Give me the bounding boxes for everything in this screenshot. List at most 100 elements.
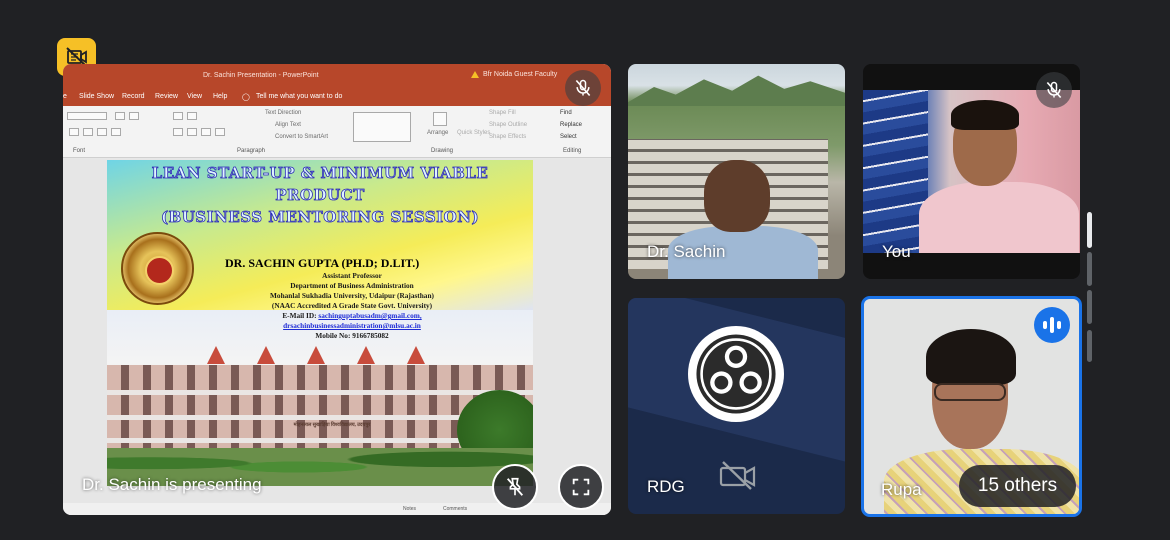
tiles-scrollbar-track[interactable] bbox=[1087, 290, 1092, 324]
meet-call-stage: Dr. Sachin Presentation - PowerPoint Bfr… bbox=[0, 0, 1170, 540]
fullscreen-icon bbox=[572, 478, 590, 496]
ribbon-group-drawing: Drawing bbox=[431, 148, 454, 154]
participant-video bbox=[926, 329, 1016, 385]
slide-title-line-2: PRODUCT bbox=[275, 186, 365, 205]
slide-accreditation: (NAAC Accredited A Grade State Govt. Uni… bbox=[271, 301, 433, 310]
shapes-gallery bbox=[353, 112, 411, 142]
ribbon-tab-slide-show: Slide Show bbox=[79, 93, 115, 100]
align-left-icon bbox=[173, 128, 183, 136]
presenting-label: Dr. Sachin is presenting bbox=[82, 475, 262, 494]
align-text-button: Align Text bbox=[275, 122, 301, 128]
slide-designation: Assistant Professor bbox=[322, 271, 382, 280]
participant-tile-dr-sachin[interactable]: Dr. Sachin bbox=[628, 64, 845, 279]
quick-styles-button: Quick Styles bbox=[457, 130, 491, 136]
slide-presenter-name: DR. SACHIN GUPTA (PH.D; D.LIT.) bbox=[225, 256, 420, 270]
slide-email: E-Mail ID: sachinguptabusadm@gmail.com, bbox=[177, 311, 527, 320]
slide-email-label: E-Mail ID: bbox=[282, 311, 319, 320]
select-button: Select bbox=[560, 134, 577, 140]
powerpoint-ribbon-tabs: e Slide Show Record Review View Help ◯ T… bbox=[63, 88, 611, 106]
font-grow-icon bbox=[115, 112, 125, 120]
others-count-button[interactable]: 15 others bbox=[959, 465, 1076, 507]
participant-name: You bbox=[882, 242, 911, 261]
arrange-button: Arrange bbox=[427, 130, 449, 136]
audio-bar bbox=[1050, 317, 1054, 333]
find-button: Find bbox=[560, 110, 572, 116]
fullscreen-button[interactable] bbox=[558, 464, 604, 510]
participant-tile-rupa[interactable]: 15 others Rupa bbox=[861, 296, 1082, 517]
participant-name: Rupa bbox=[881, 480, 922, 499]
mic-off-icon bbox=[1046, 81, 1062, 99]
ribbon-tab-record: Record bbox=[122, 93, 145, 100]
align-right-icon bbox=[201, 128, 211, 136]
building-signboard: मोहनलाल सुखाड़िया विश्वविद्यालय, उदयपुर bbox=[293, 423, 371, 428]
replace-button: Replace bbox=[560, 122, 583, 128]
arrange-icon bbox=[433, 112, 447, 126]
shape-outline-button: Shape Outline bbox=[489, 122, 528, 128]
participant-name: RDG bbox=[647, 477, 685, 496]
building-roof bbox=[307, 346, 325, 364]
convert-smartart-button: Convert to SmartArt bbox=[275, 134, 329, 140]
account-warning-text: Bfr Noida Guest Faculty bbox=[483, 71, 558, 78]
powerpoint-window-title: Dr. Sachin Presentation - PowerPoint bbox=[203, 72, 319, 79]
obs-logo-icon bbox=[696, 334, 776, 414]
underline-icon bbox=[97, 128, 107, 136]
account-warning: Bfr Noida Guest Faculty bbox=[471, 71, 557, 78]
unpin-button[interactable] bbox=[492, 464, 538, 510]
font-shrink-icon bbox=[129, 112, 139, 120]
building-roof bbox=[407, 346, 425, 364]
participant-tile-rdg[interactable]: RDG bbox=[628, 298, 845, 514]
lightbulb-icon: ◯ bbox=[242, 94, 250, 101]
ribbon-tab: e bbox=[63, 93, 67, 100]
self-mic-muted bbox=[1036, 72, 1072, 108]
ribbon-group-font: Font bbox=[73, 148, 86, 154]
slide-email-link-1: sachinguptabusadm@gmail.com, bbox=[318, 311, 422, 320]
tiles-scrollbar-track[interactable] bbox=[1087, 252, 1092, 286]
presenter-mic-muted bbox=[565, 70, 601, 106]
warning-icon bbox=[471, 71, 479, 78]
text-direction-button: Text Direction bbox=[265, 110, 302, 116]
font-color-icon bbox=[111, 128, 121, 136]
font-size-box bbox=[67, 112, 107, 120]
slide-mobile: Mobile No: 9166785082 bbox=[315, 331, 389, 340]
building-floor-line bbox=[107, 390, 533, 395]
justify-icon bbox=[215, 128, 225, 136]
slide-title-line-1: LEAN START-UP & MINIMUM VIABLE bbox=[151, 164, 489, 183]
presentation-slide: LEAN START-UP & MINIMUM VIABLE PRODUCT (… bbox=[107, 160, 533, 486]
mic-off-icon bbox=[575, 79, 591, 97]
building-roof bbox=[207, 346, 225, 364]
unpin-icon bbox=[506, 477, 524, 496]
ribbon-tab-review: Review bbox=[155, 93, 178, 100]
self-video bbox=[863, 90, 1080, 253]
comments-button: Comments bbox=[443, 506, 468, 512]
obs-logo bbox=[688, 326, 784, 422]
university-seal-logo bbox=[121, 232, 194, 305]
camera-off-icon bbox=[719, 461, 756, 490]
building-roof bbox=[257, 346, 275, 364]
audio-bar bbox=[1043, 321, 1047, 329]
slide-university: Mohanlal Sukhadia University, Udaipur (R… bbox=[270, 291, 434, 300]
participant-video bbox=[704, 160, 770, 232]
background-hills bbox=[628, 75, 845, 106]
powerpoint-title-bar: Dr. Sachin Presentation - PowerPoint Bfr… bbox=[63, 64, 611, 88]
numbering-icon bbox=[187, 112, 197, 120]
ribbon-tab-help: Help bbox=[213, 93, 228, 100]
audio-bar bbox=[1057, 321, 1061, 329]
notes-button: Notes bbox=[403, 506, 417, 512]
tiles-scrollbar-thumb[interactable] bbox=[1087, 212, 1092, 248]
shape-effects-button: Shape Effects bbox=[489, 134, 527, 140]
audio-wave-icon bbox=[1034, 307, 1070, 343]
bold-icon bbox=[69, 128, 79, 136]
bullets-icon bbox=[173, 112, 183, 120]
slide-title-line-3: (BUSINESS MENTORING SESSION) bbox=[160, 208, 480, 227]
participant-video bbox=[934, 383, 1006, 401]
slide-email-link-2: drsachinbusinessadministration@mlsu.ac.i… bbox=[283, 321, 421, 330]
shape-fill-button: Shape Fill bbox=[489, 110, 516, 116]
self-video-shirt bbox=[919, 182, 1079, 253]
ribbon-group-editing: Editing bbox=[563, 148, 582, 154]
participant-name: Dr. Sachin bbox=[647, 242, 726, 261]
italic-icon bbox=[83, 128, 93, 136]
tiles-scrollbar-track[interactable] bbox=[1087, 330, 1092, 362]
tell-me-box: Tell me what you want to do bbox=[256, 93, 343, 100]
participant-tile-you[interactable]: You bbox=[863, 64, 1080, 279]
ribbon-group-paragraph: Paragraph bbox=[237, 148, 266, 154]
